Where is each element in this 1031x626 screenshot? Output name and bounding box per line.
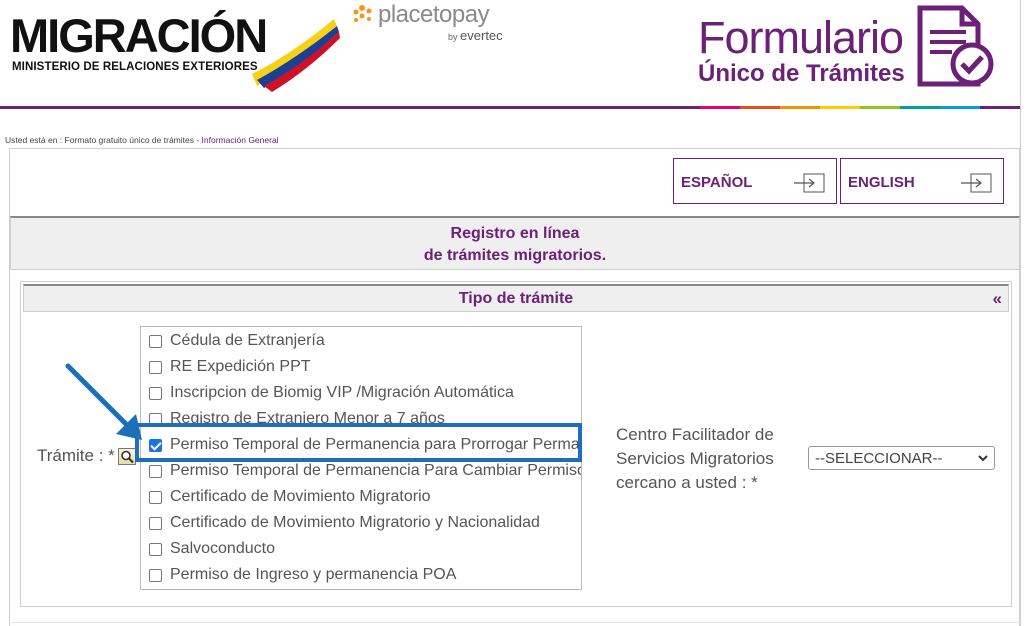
page: MIGRACIÓN MINISTERIO DE RELACIONES EXTER… [0,0,1031,626]
magnifier-search-button[interactable] [118,448,136,465]
tramite-option-label: Certificado de Movimiento Migratorio [170,488,431,505]
tramite-option-label: Registro de Extranjero Menor a 7 años [170,410,445,427]
tramite-option-label: Salvoconducto [170,540,275,557]
formulario-logo-line2: Único de Trámites [698,60,905,87]
placetopay-brand: placetopay [378,1,490,28]
enter-arrow-icon [794,173,825,193]
tramite-option-label: Inscripcion de Biomig VIP /Migración Aut… [170,384,514,401]
tramite-option-label: Permiso Temporal de Permanencia Para Cam… [170,462,582,479]
breadcrumb: Usted está en : Formato gratuito único d… [5,135,279,145]
english-button[interactable]: ENGLISH [840,158,1004,204]
tramite-option-checkbox[interactable] [149,386,162,400]
tramite-option-checkbox[interactable] [149,542,162,556]
tramite-option[interactable]: Salvoconducto [149,537,275,561]
chevron-down-icon [978,455,988,462]
tramite-option-checkbox[interactable] [149,438,162,452]
formulario-logo: Formulario Único de Trámites [696,4,1011,94]
colombia-flag-swoosh-icon [252,19,340,92]
header-rainbow-stripe [700,106,1020,109]
tramite-option-checkbox[interactable] [149,568,162,582]
tramite-option[interactable]: Inscripcion de Biomig VIP /Migración Aut… [149,381,514,405]
tramite-option[interactable]: Registro de Extranjero Menor a 7 años [149,407,445,431]
tramite-option-checkbox[interactable] [149,334,162,348]
formulario-logo-line1: Formulario [698,12,904,63]
centro-select-value: --SELECCIONAR-- [815,450,943,467]
centro-facilitador-select[interactable]: --SELECCIONAR-- [808,446,995,470]
tramite-options-list[interactable]: Cédula de Extranjería RE Expedición PPT In… [140,326,582,590]
tramite-option-label: RE Expedición PPT [170,358,311,375]
tramite-option[interactable]: Cédula de Extranjería [149,329,325,353]
tipo-tramite-header: Tipo de trámite « [23,284,1009,312]
enter-arrow-icon [961,173,992,193]
centro-label-line3: cercano a usted : * [616,473,758,492]
tramite-option[interactable]: Permiso Temporal de Permanencia para Pro… [149,433,582,457]
migracion-logo-word: MIGRACIÓN [10,9,268,62]
centro-facilitador-label: Centro Facilitador de Servicios Migrator… [616,423,774,495]
tramite-option[interactable]: Certificado de Movimiento Migratorio [149,485,431,509]
tramite-option-checkbox[interactable] [149,360,162,374]
tramite-option[interactable]: Permiso de Ingreso y permanencia POA [149,563,456,587]
breadcrumb-prefix: Usted está en : Formato gratuito único d… [5,135,202,145]
tramite-option-checkbox[interactable] [149,412,162,426]
registro-title-bar: Registro en línea de trámites migratorio… [10,216,1020,270]
placetopay-by-brand: evertec [460,28,503,43]
page-right-border [1020,0,1021,626]
tramite-option-label: Cédula de Extranjería [170,332,325,349]
placetopay-by: by evertec [448,28,503,43]
tramite-option[interactable]: Certificado de Movimiento Migratorio y N… [149,511,540,535]
tipo-tramite-title: Tipo de trámite [458,290,574,307]
breadcrumb-link-informacion-general[interactable]: Información General [202,135,279,145]
migracion-logo-subtitle: MINISTERIO DE RELACIONES EXTERIORES [12,61,258,73]
tramite-option[interactable]: RE Expedición PPT [149,355,311,379]
tramite-option-checkbox[interactable] [149,516,162,530]
spanish-button-label: ESPAÑOL [681,174,753,191]
document-check-icon [917,5,994,87]
tramite-option-label: Certificado de Movimiento Migratorio y N… [170,514,540,531]
magnifier-icon [121,450,134,464]
spanish-button[interactable]: ESPAÑOL [673,158,837,204]
tramite-option-checkbox[interactable] [149,464,162,478]
placetopay-dots-icon [353,5,372,22]
header: MIGRACIÓN MINISTERIO DE RELACIONES EXTER… [0,0,1031,110]
registro-title-line1: Registro en línea [450,225,580,242]
content-bottom-divider [9,622,1020,623]
tramite-option[interactable]: Permiso Temporal de Permanencia Para Cam… [149,459,582,483]
placetopay-by-prefix: by [448,32,458,42]
centro-label-line2: Servicios Migratorios [616,449,774,468]
tramite-label: Trámite : * [37,446,115,465]
migracion-logo[interactable]: MIGRACIÓN MINISTERIO DE RELACIONES EXTER… [10,6,340,92]
centro-label-line1: Centro Facilitador de [616,425,774,444]
registro-title-line2: de trámites migratorios. [423,247,607,264]
tramite-option-checkbox[interactable] [149,490,162,504]
english-button-label: ENGLISH [848,174,915,191]
tramite-option-label: Permiso de Ingreso y permanencia POA [170,566,457,583]
tramite-option-label: Permiso Temporal de Permanencia para Pro… [170,436,582,453]
collapse-icon[interactable]: « [993,289,1002,309]
placetopay-logo: placetopay by evertec [350,0,525,45]
